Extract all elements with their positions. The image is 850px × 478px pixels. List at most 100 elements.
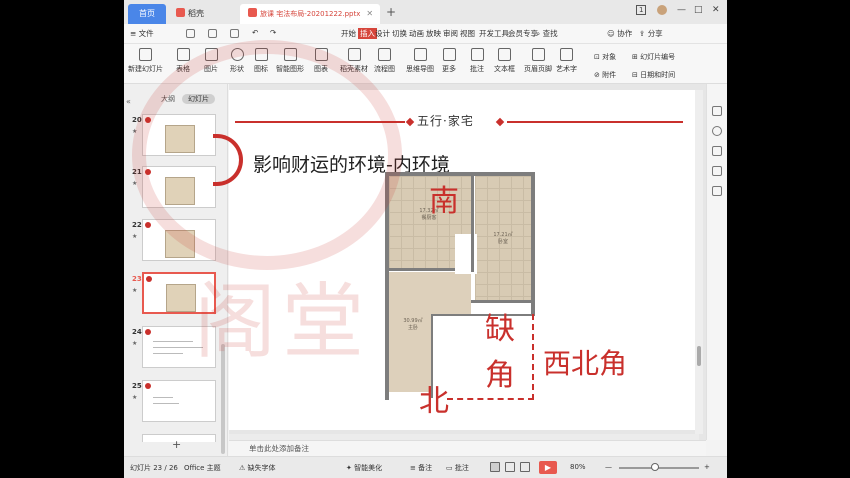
- mini-text-line: [153, 341, 193, 342]
- menu-file[interactable]: ≡ 文件: [130, 28, 154, 39]
- wordart-icon: [560, 48, 573, 61]
- normal-view-icon[interactable]: [490, 462, 500, 472]
- room-area: 30.99㎡: [403, 318, 423, 324]
- room-area: 17.21㎡: [493, 232, 513, 238]
- slide-count: 幻灯片 23 / 26: [130, 464, 178, 472]
- label-north: 北: [419, 384, 449, 419]
- flowchart-button[interactable]: 流程图: [374, 48, 395, 74]
- pin-icon[interactable]: [712, 126, 722, 136]
- search-label: 查找: [542, 29, 558, 38]
- zoom-in-button[interactable]: +: [704, 463, 710, 471]
- flowchart-icon: [378, 48, 391, 61]
- wordart-button[interactable]: 艺术字: [556, 48, 577, 74]
- watermark-circle: [132, 40, 402, 270]
- menu-slideshow[interactable]: 放映: [426, 28, 441, 39]
- redo-icon[interactable]: ↷: [270, 28, 276, 37]
- smart-beautify-button[interactable]: ✦ 智能美化: [346, 463, 382, 473]
- menu-review[interactable]: 审阅: [443, 28, 458, 39]
- zoom-out-button[interactable]: —: [605, 463, 612, 471]
- tab-home[interactable]: 首页: [128, 4, 166, 24]
- tab-daoke-label: 稻壳: [188, 9, 204, 18]
- comment-button[interactable]: 批注: [470, 48, 484, 74]
- minimize-button[interactable]: —: [677, 5, 686, 15]
- wordart-label: 艺术字: [556, 65, 577, 73]
- slide-vertical-scrollbar[interactable]: [695, 90, 703, 434]
- slide-number-button[interactable]: ⊞ 幻灯片编号: [632, 52, 675, 62]
- zoom-slider[interactable]: [619, 467, 699, 469]
- new-slide-button[interactable]: 新建幻灯片: [128, 48, 163, 74]
- share-icon: ⇪: [639, 29, 646, 38]
- header-divider-right: [507, 121, 683, 123]
- sorter-view-icon[interactable]: [505, 462, 515, 472]
- more-button[interactable]: 更多: [442, 48, 456, 74]
- missing-font-button[interactable]: ⚠ 缺失字体: [239, 463, 276, 473]
- layout-icon[interactable]: [712, 146, 722, 156]
- menu-design[interactable]: 设计: [375, 28, 390, 39]
- maximize-button[interactable]: □: [694, 5, 703, 15]
- slide-header: 五行·家宅: [417, 114, 474, 128]
- slide-thumbnail-25[interactable]: [142, 380, 216, 422]
- menu-bar: ≡ 文件 ↶ ↷ 开始 插入 设计 切换 动画 放映 审阅 视图 开发工具 会员…: [124, 24, 727, 44]
- help-icon[interactable]: [712, 186, 722, 196]
- thumb-number: 22: [132, 221, 142, 229]
- collapse-panel-icon[interactable]: «: [126, 97, 131, 106]
- tab-daoke[interactable]: 稻壳: [168, 4, 238, 24]
- add-slide-button[interactable]: +: [172, 438, 181, 451]
- menu-member[interactable]: 会员专享: [508, 28, 538, 39]
- close-window-button[interactable]: ✕: [712, 5, 720, 15]
- new-tab-button[interactable]: +: [386, 5, 396, 19]
- zoom-slider-knob[interactable]: [651, 463, 659, 471]
- notes-placeholder: 单击此处添加备注: [249, 444, 309, 453]
- export-icon[interactable]: [208, 29, 217, 38]
- save-icon[interactable]: [186, 29, 195, 38]
- comments-button[interactable]: ▭ 批注: [446, 463, 469, 473]
- header-footer-icon: [531, 48, 545, 61]
- header-diamond: [405, 117, 415, 127]
- mini-text-line: [153, 403, 179, 404]
- mindmap-button[interactable]: 思维导图: [406, 48, 434, 74]
- header-diamond: [495, 117, 505, 127]
- menu-devtools[interactable]: 开发工具: [479, 28, 509, 39]
- left-black-margin: [0, 0, 124, 478]
- date-time-button[interactable]: ⊟ 日期和时间: [632, 70, 675, 80]
- missing-font-label: 缺失字体: [247, 464, 276, 472]
- close-tab-icon[interactable]: ✕: [366, 9, 373, 18]
- attachment-button[interactable]: ⊘ 附件: [594, 70, 616, 80]
- notes-button[interactable]: ≡ 备注: [410, 463, 432, 473]
- folder-icon[interactable]: [712, 166, 722, 176]
- menu-animation[interactable]: 动画: [409, 28, 424, 39]
- undo-icon[interactable]: ↶: [252, 28, 258, 37]
- menu-file-label: 文件: [138, 29, 154, 38]
- collab-button[interactable]: ☺ 协作: [607, 28, 632, 39]
- mini-logo: [145, 383, 151, 389]
- properties-icon[interactable]: [712, 106, 722, 116]
- header-footer-button[interactable]: 页眉页脚: [524, 48, 552, 74]
- label-missing-1: 缺: [485, 312, 515, 347]
- print-icon[interactable]: [230, 29, 239, 38]
- menu-home[interactable]: 开始: [341, 28, 356, 39]
- missing-corner-dashed-horizontal: [447, 398, 534, 400]
- textbox-button[interactable]: 文本框: [494, 48, 515, 74]
- object-button[interactable]: ⊡ 对象: [594, 52, 616, 62]
- comment-label: 批注: [470, 65, 484, 73]
- badge-icon[interactable]: 1: [636, 5, 647, 15]
- zoom-level[interactable]: 80%: [570, 463, 586, 471]
- mini-logo: [145, 329, 151, 335]
- avatar[interactable]: [657, 5, 667, 15]
- menu-view[interactable]: 视图: [460, 28, 475, 39]
- mini-text-line: [153, 397, 173, 398]
- slide-scroll-thumb[interactable]: [697, 346, 701, 366]
- play-slideshow-button[interactable]: ▶: [539, 461, 557, 474]
- notes-pane[interactable]: 单击此处添加备注: [229, 440, 706, 456]
- room-label-master: 30.99㎡ 主卧: [393, 318, 433, 332]
- reading-view-icon[interactable]: [520, 462, 530, 472]
- thumb-star-icon: ★: [132, 233, 138, 240]
- label-south: 南: [429, 184, 459, 219]
- textbox-label: 文本框: [494, 65, 515, 73]
- share-button[interactable]: ⇪ 分享: [639, 28, 663, 39]
- watermark-text: 阁堂: [194, 275, 371, 370]
- search-button[interactable]: ⌕ 查找: [536, 28, 558, 39]
- menu-transition[interactable]: 切换: [392, 28, 407, 39]
- tab-document[interactable]: 旅课 宅法布局-20201222.pptx ✕: [240, 4, 380, 24]
- notes-label: 备注: [418, 464, 433, 472]
